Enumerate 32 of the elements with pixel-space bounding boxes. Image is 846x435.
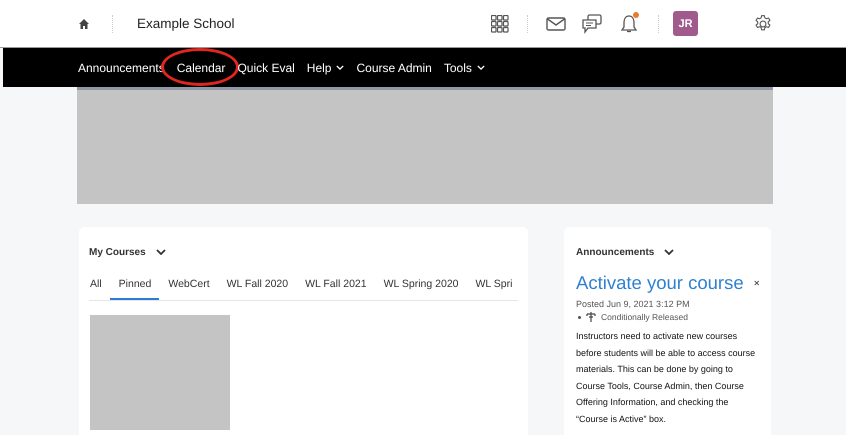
course-tab[interactable]: WL Spring 2020 <box>374 270 466 300</box>
bell-icon[interactable] <box>620 14 638 34</box>
close-icon[interactable] <box>754 279 759 287</box>
announcement-body: Instructors need to activate new courses before students will be able to access course materials. This can be done by going to Course Tools, Course Admin, then Course Offering Information, and checking the “Course is Active” box. <box>576 330 756 426</box>
chevron-icon <box>476 65 485 70</box>
hierarchy-icon <box>586 312 596 322</box>
chat-icon[interactable] <box>582 14 602 34</box>
course-tab[interactable]: WL Spri <box>466 270 520 300</box>
settings-icon[interactable] <box>753 14 773 34</box>
course-tab[interactable]: WebCert <box>159 270 218 300</box>
grid-icon[interactable] <box>491 14 509 32</box>
course-tab[interactable]: All <box>89 270 110 300</box>
widget-title: My Courses <box>89 246 146 258</box>
chevron-icon[interactable] <box>664 249 674 255</box>
nav-link[interactable]: Calendar <box>176 60 226 74</box>
course-tab[interactable]: Pinned <box>110 270 160 300</box>
user-avatar[interactable]: JR <box>673 11 698 36</box>
widget-title: Announcements <box>576 246 654 258</box>
school-name[interactable]: Example School <box>137 16 235 31</box>
home-icon[interactable] <box>78 18 90 30</box>
nav-link[interactable]: Course Admin <box>356 60 432 74</box>
release-status: Conditionally Released <box>601 312 688 322</box>
bullet-icon <box>578 316 581 318</box>
nav-link[interactable]: Tools <box>444 60 485 74</box>
nav-link[interactable]: Help <box>306 60 344 74</box>
chevron-icon <box>336 65 344 70</box>
posted-date: Posted Jun 9, 2021 3:12 PM <box>576 299 691 309</box>
mail-icon[interactable] <box>546 16 566 30</box>
course-tab[interactable]: WL Fall 2021 <box>296 270 375 300</box>
chevron-icon[interactable] <box>156 249 166 255</box>
announcement-title[interactable]: Activate your course <box>576 272 744 294</box>
course-tab[interactable]: WL Fall 2020 <box>218 270 296 300</box>
